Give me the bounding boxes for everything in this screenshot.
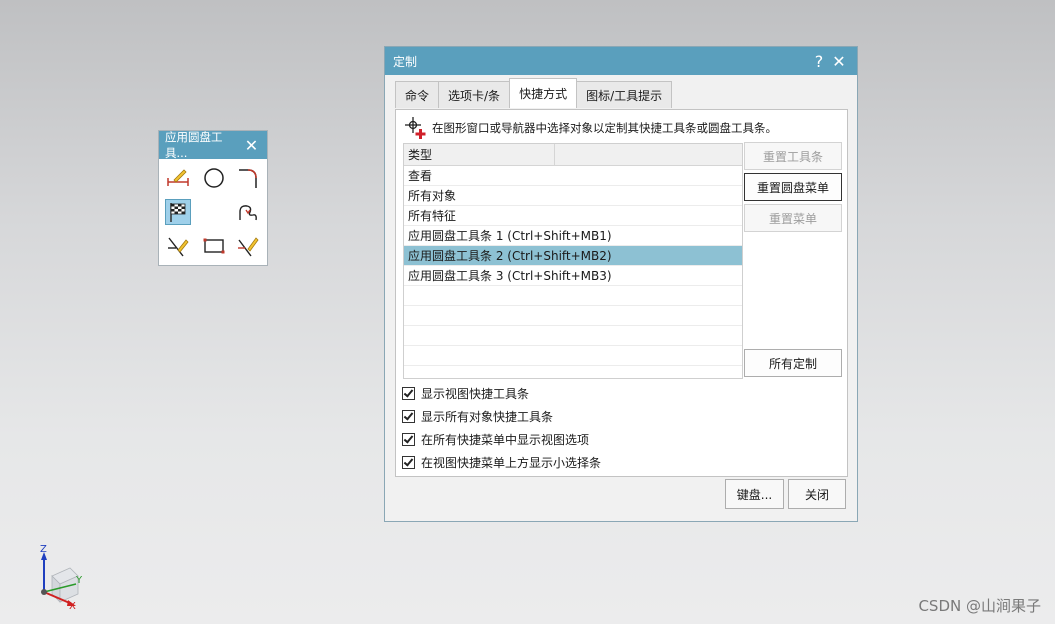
table-row[interactable]: 查看 (404, 166, 742, 186)
reset-toolbar-button[interactable]: 重置工具条 (744, 142, 842, 170)
close-button[interactable]: 关闭 (788, 479, 846, 509)
trim-curve-icon[interactable] (165, 233, 191, 259)
checkbox-label: 在所有快捷菜单中显示视图选项 (421, 433, 590, 447)
empty-row (404, 326, 742, 346)
column-header-empty (555, 144, 742, 165)
rectangle-icon[interactable] (201, 233, 227, 259)
show-view-popup-checkbox[interactable]: 显示视图快捷工具条 (402, 382, 601, 405)
radial-toolbar-title: 应用圆盘工具... (165, 130, 223, 160)
instruction-text: 在图形窗口或导航器中选择对象以定制其快捷工具条或圆盘工具条。 (432, 121, 777, 135)
circle-icon[interactable] (201, 165, 227, 191)
checkbox-checked[interactable] (402, 433, 415, 446)
curve-loop-icon[interactable] (235, 199, 261, 225)
table-row[interactable]: 所有对象 (404, 186, 742, 206)
table-header: 类型 (404, 144, 742, 166)
table-row-selected[interactable]: 应用圆盘工具条 2 (Ctrl+Shift+MB2) (404, 246, 742, 266)
checkbox-checked[interactable] (402, 387, 415, 400)
column-header-type[interactable]: 类型 (404, 144, 555, 165)
all-customizations-button[interactable]: 所有定制 (744, 349, 842, 377)
table-row[interactable]: 所有特征 (404, 206, 742, 226)
empty-row (404, 306, 742, 326)
z-axis-label: Z (40, 544, 47, 555)
extend-curve-icon[interactable] (235, 233, 261, 259)
table-row[interactable]: 应用圆盘工具条 3 (Ctrl+Shift+MB3) (404, 266, 742, 286)
customize-dialog: 定制 ? ✕ 命令 选项卡/条 快捷方式 图标/工具提示 在图形窗口或导航器中选… (384, 46, 858, 522)
radial-toolbar-window: 应用圆盘工具... ✕ (158, 130, 268, 266)
radial-toolbar-close-button[interactable]: ✕ (242, 136, 261, 155)
help-button[interactable]: ? (809, 52, 829, 71)
tab-ribbon-bars[interactable]: 选项卡/条 (438, 81, 511, 108)
fillet-icon[interactable] (235, 165, 261, 191)
tab-commands[interactable]: 命令 (395, 81, 440, 108)
show-selection-bar-checkbox[interactable]: 在视图快捷菜单上方显示小选择条 (402, 451, 601, 474)
table-row[interactable]: 应用圆盘工具条 1 (Ctrl+Shift+MB1) (404, 226, 742, 246)
line-edit-icon[interactable] (165, 165, 191, 191)
instruction-line: 在图形窗口或导航器中选择对象以定制其快捷工具条或圆盘工具条。 (404, 116, 777, 140)
reset-menu-button[interactable]: 重置菜单 (744, 204, 842, 232)
watermark: CSDN @山涧果子 (918, 597, 1041, 615)
checkbox-label: 显示所有对象快捷工具条 (421, 410, 554, 424)
select-object-icon (405, 117, 426, 139)
tab-bar: 命令 选项卡/条 快捷方式 图标/工具提示 (395, 78, 673, 109)
dialog-title: 定制 (393, 54, 418, 69)
finish-sketch-icon[interactable] (165, 199, 191, 225)
checkbox-label: 显示视图快捷工具条 (421, 387, 530, 401)
radial-toolbar-titlebar[interactable]: 应用圆盘工具... ✕ (159, 130, 267, 160)
show-all-objects-popup-checkbox[interactable]: 显示所有对象快捷工具条 (402, 405, 601, 428)
x-axis-label: X (69, 601, 76, 612)
checkbox-checked[interactable] (402, 456, 415, 469)
dialog-close-icon[interactable]: ✕ (829, 52, 849, 71)
empty-row (404, 286, 742, 306)
tab-icons-tooltips[interactable]: 图标/工具提示 (576, 81, 673, 108)
checkbox-label: 在视图快捷菜单上方显示小选择条 (421, 456, 602, 470)
keyboard-button[interactable]: 键盘... (725, 479, 784, 509)
dialog-titlebar[interactable]: 定制 ? ✕ (385, 47, 857, 75)
coordinate-triad: Z Y X (30, 544, 90, 614)
shortcut-type-table: 类型 查看 所有对象 所有特征 应用圆盘工具条 1 (Ctrl+Shift+MB… (403, 143, 743, 379)
shortcuts-panel: 在图形窗口或导航器中选择对象以定制其快捷工具条或圆盘工具条。 类型 查看 所有对… (395, 109, 848, 477)
options-checklist: 显示视图快捷工具条 显示所有对象快捷工具条 在所有快捷菜单中显示视图选项 在视图… (402, 382, 601, 474)
y-axis-label: Y (76, 575, 83, 586)
reset-radial-menu-button[interactable]: 重置圆盘菜单 (744, 173, 842, 201)
show-view-options-checkbox[interactable]: 在所有快捷菜单中显示视图选项 (402, 428, 601, 451)
checkbox-checked[interactable] (402, 410, 415, 423)
tab-shortcuts[interactable]: 快捷方式 (509, 78, 578, 108)
empty-row (404, 346, 742, 366)
